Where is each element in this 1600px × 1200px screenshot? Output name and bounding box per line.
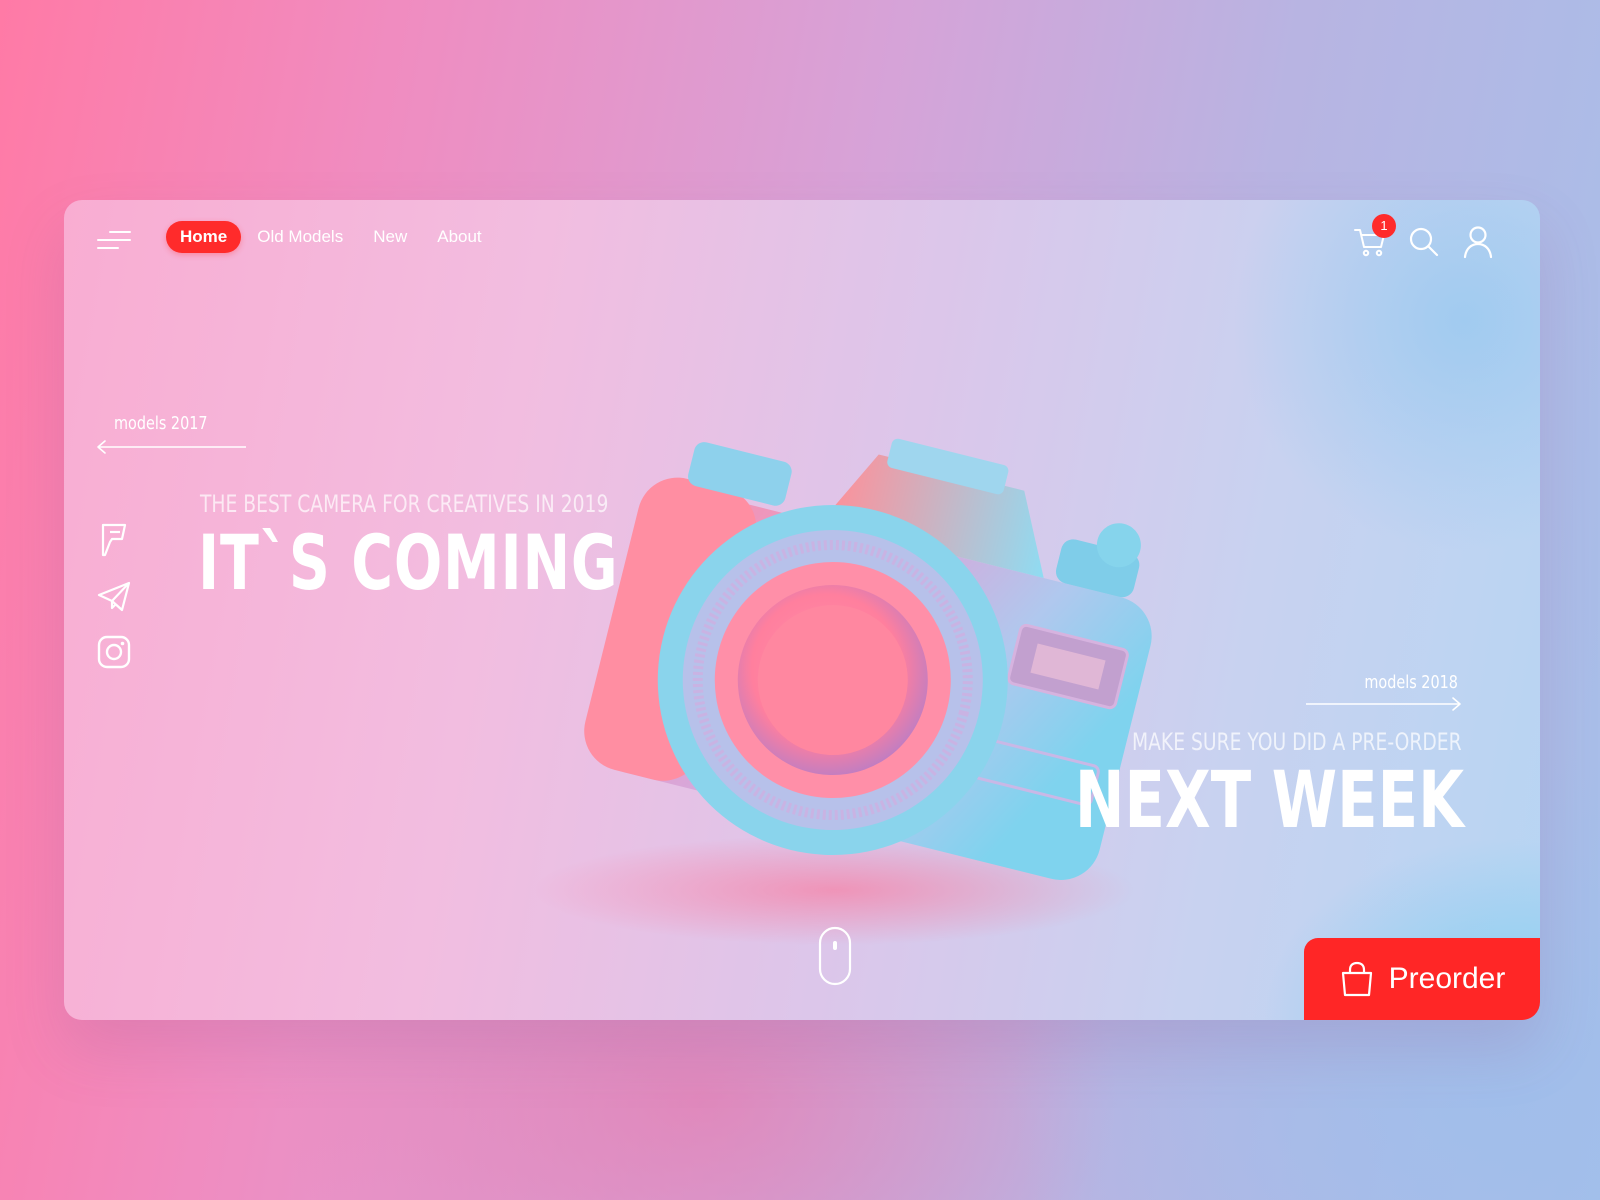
nav-home[interactable]: Home [166,221,242,253]
nav-about[interactable]: About [437,227,481,247]
preorder-label: Preorder [1388,962,1506,995]
user-button[interactable] [1458,222,1498,262]
arrow-right-icon [1306,697,1461,711]
menu-icon[interactable] [96,230,132,250]
instagram-icon[interactable] [96,634,132,670]
camera-image [534,438,1152,945]
scroll-mouse-icon[interactable] [818,926,852,986]
main-nav: Home Old Models New About [166,221,512,253]
foursquare-icon[interactable] [96,522,132,558]
shopping-bag-icon [1341,961,1372,997]
right-title: NEXT WEEK [1074,756,1464,846]
right-subtitle: MAKE SURE YOU DID A PRE-ORDER [1132,728,1462,756]
cart-button[interactable]: 1 [1350,214,1396,262]
nav-new[interactable]: New [373,227,407,247]
preorder-button[interactable]: Preorder [1304,938,1540,1020]
user-icon [1463,226,1493,259]
next-models-label: models 2018 [1364,672,1458,693]
nav-old-models[interactable]: Old Models [257,227,343,247]
search-icon [1409,227,1439,257]
search-button[interactable] [1404,222,1444,262]
next-models-link[interactable]: models 2018 [1304,672,1462,712]
cart-count-badge: 1 [1372,214,1396,238]
arrow-left-icon [97,440,246,454]
header-actions: 1 [1350,214,1498,262]
telegram-icon[interactable] [96,578,132,614]
hero-card: Home Old Models New About 1 models 2017 … [64,200,1540,1020]
social-links [96,522,132,670]
prev-models-label: models 2017 [114,413,208,434]
